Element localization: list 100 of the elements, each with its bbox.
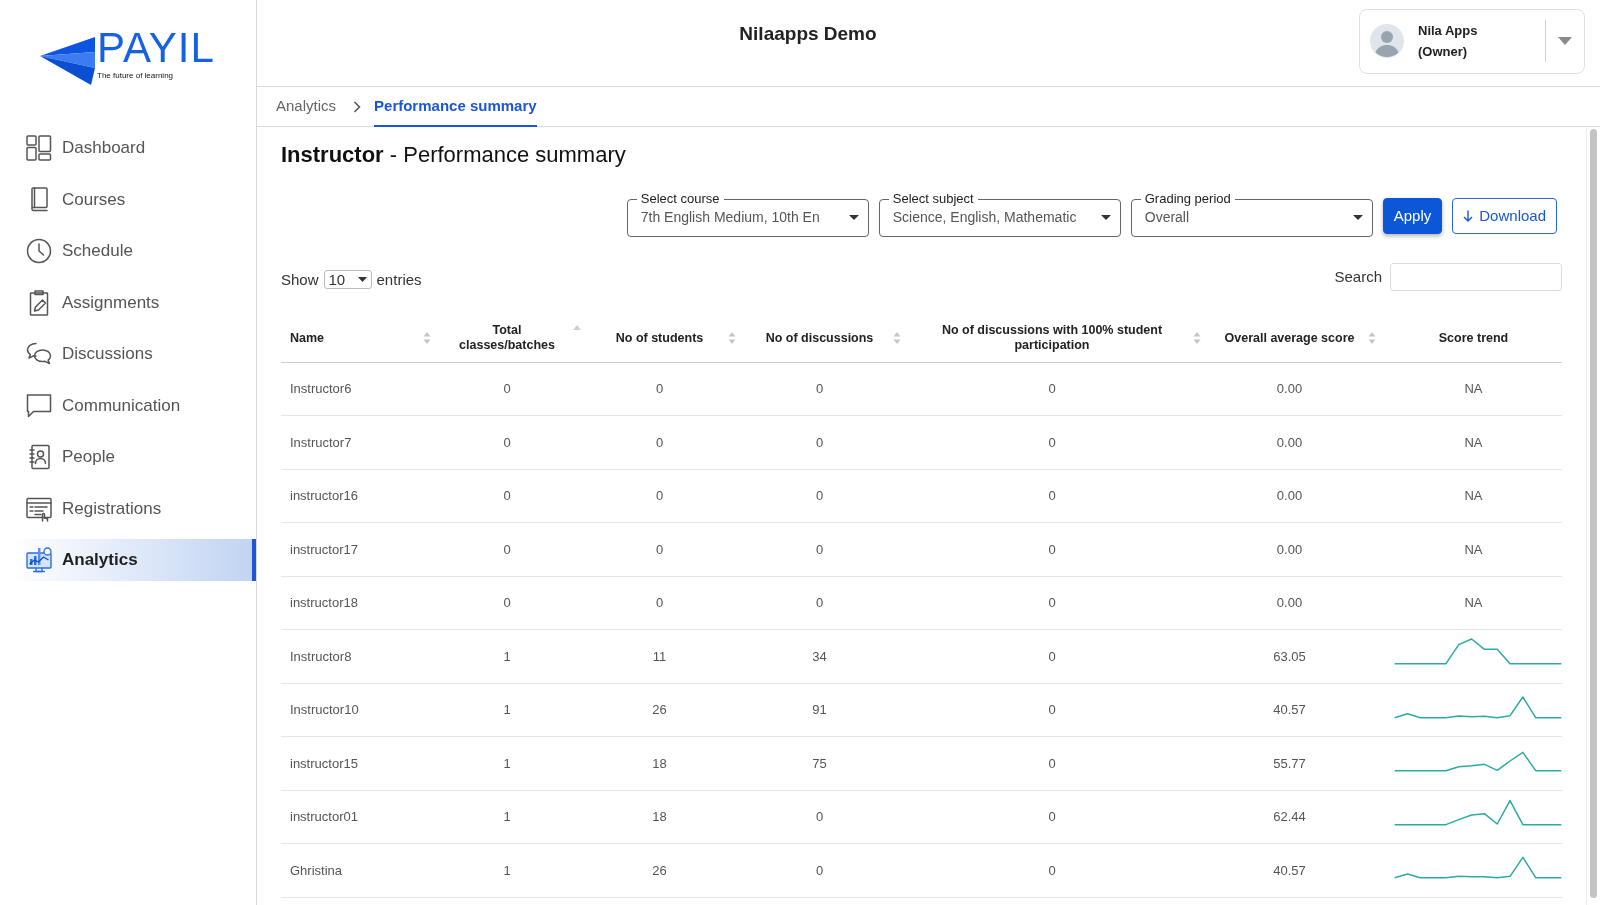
table-cell: 1 — [440, 736, 590, 790]
table-cell: 0 — [440, 415, 590, 469]
logo-wordmark: PAYIL — [97, 29, 215, 67]
table-cell: instructor16 — [281, 469, 440, 523]
table-cell: 0.00 — [1210, 469, 1385, 523]
table-cell: 11 — [590, 629, 745, 683]
table-cell: 26 — [590, 683, 745, 737]
table-cell: 0 — [910, 683, 1210, 737]
logo-tagline: The future of learning — [97, 71, 174, 81]
table-cell: 0 — [745, 843, 910, 897]
sidebar-item[interactable]: Dashboard — [12, 127, 256, 169]
column-header[interactable]: No of students — [590, 315, 745, 362]
table-cell: 0 — [590, 522, 745, 576]
subject-select[interactable]: Select subject Science, English, Mathematic — [878, 191, 1121, 237]
table-cell: NA — [1385, 415, 1562, 469]
table-cell: instructor01 — [281, 790, 440, 844]
table-cell: NA — [1385, 522, 1562, 576]
table-cell: instructor15 — [281, 736, 440, 790]
table-cell: 0 — [910, 415, 1210, 469]
table-cell: 0 — [745, 469, 910, 523]
user-role: (Owner) — [1418, 43, 1469, 61]
table-cell: 0 — [910, 362, 1210, 416]
breadcrumb-link[interactable]: Analytics — [276, 87, 337, 126]
table-cell: 0 — [745, 790, 910, 844]
table-cell: NA — [1385, 362, 1562, 416]
table-cell: 0 — [440, 362, 590, 416]
column-header[interactable]: No of discussions with 100% student participation — [910, 315, 1210, 362]
table-cell: 34 — [745, 629, 910, 683]
table-cell: 0 — [440, 576, 590, 630]
table-cell: 0 — [590, 415, 745, 469]
table-cell: 0 — [590, 362, 745, 416]
table-cell: 0.00 — [1210, 415, 1385, 469]
column-header: Score trend — [1385, 315, 1562, 362]
table-cell: instructor17 — [281, 522, 440, 576]
sidebar-item[interactable]: Communication — [12, 384, 256, 427]
arrow-down-icon — [1463, 210, 1474, 222]
table-cell: 0 — [745, 576, 910, 630]
table-cell: 63.05 — [1210, 629, 1385, 683]
form-window-icon — [26, 495, 52, 522]
column-header[interactable]: Name — [281, 315, 440, 362]
apply-button[interactable]: Apply — [1382, 198, 1443, 234]
column-header[interactable]: Total classes/batches — [440, 315, 590, 362]
table-cell: 18 — [590, 736, 745, 790]
table-cell: 0 — [910, 629, 1210, 683]
table-cell: 0 — [590, 576, 745, 630]
table-cell: 62.44 — [1210, 790, 1385, 844]
sidebar-item[interactable]: Assignments — [12, 281, 256, 324]
analytics-monitor-icon — [26, 547, 52, 573]
scrollbar[interactable] — [1590, 129, 1597, 898]
sidebar-item[interactable]: Registrations — [12, 487, 256, 530]
table-cell: 1 — [440, 843, 590, 897]
table-cell: 0 — [745, 362, 910, 416]
table-cell: 0 — [910, 790, 1210, 844]
table-cell: NA — [1385, 469, 1562, 523]
chevron-right-icon — [353, 100, 362, 113]
grading-period-select[interactable]: Grading period Overall — [1130, 191, 1373, 237]
show-label: Show — [281, 269, 319, 290]
sidebar-item[interactable]: Courses — [12, 178, 256, 221]
sidebar-item[interactable]: People — [12, 436, 256, 478]
table-cell: NA — [1385, 576, 1562, 630]
sidebar-item[interactable]: Discussions — [12, 333, 256, 375]
course-select[interactable]: Select course 7th English Medium, 10th En — [626, 191, 869, 237]
table-cell: 40.57 — [1210, 683, 1385, 737]
clock-icon — [26, 238, 52, 264]
column-header[interactable]: No of discussions — [745, 315, 910, 362]
table-cell: 0 — [440, 469, 590, 523]
caret-icon — [1558, 37, 1572, 45]
table-cell: 26 — [590, 843, 745, 897]
table-cell: 1 — [440, 683, 590, 737]
search-field[interactable] — [1390, 263, 1562, 291]
table-cell: Instructor8 — [281, 629, 440, 683]
download-button[interactable]: Download — [1452, 198, 1557, 234]
dashboard-grid-icon — [26, 135, 52, 161]
user-name: Nila Apps — [1418, 22, 1479, 40]
search-label: Search — [1334, 266, 1382, 287]
contact-book-icon — [26, 444, 52, 470]
table-cell: 91 — [745, 683, 910, 737]
table-cell: 75 — [745, 736, 910, 790]
table-cell: 0 — [910, 843, 1210, 897]
speech-bubble-icon — [26, 392, 52, 419]
table-cell: Instructor7 — [281, 415, 440, 469]
table-cell: Instructor10 — [281, 683, 440, 737]
table-cell: 55.77 — [1210, 736, 1385, 790]
column-header[interactable]: Overall average score — [1210, 315, 1385, 362]
table-cell: 0 — [910, 736, 1210, 790]
table-cell: 0 — [910, 522, 1210, 576]
table-cell: 0 — [910, 576, 1210, 630]
caret-icon — [1352, 214, 1363, 220]
sidebar-item[interactable]: Schedule — [12, 230, 256, 272]
page-title: Instructor - Performance summary — [281, 141, 627, 169]
avatar-icon — [1370, 24, 1404, 58]
breadcrumb-link[interactable]: Performance summary — [374, 87, 537, 127]
table-cell: 0 — [910, 469, 1210, 523]
app-title: Nilaapps Demo — [739, 23, 877, 44]
entries-select[interactable]: 10 — [323, 270, 372, 290]
table-cell: 0.00 — [1210, 362, 1385, 416]
table-cell: 0 — [745, 522, 910, 576]
chat-bubbles-icon — [26, 341, 52, 367]
table-cell: 0 — [745, 415, 910, 469]
table-cell: 1 — [440, 790, 590, 844]
